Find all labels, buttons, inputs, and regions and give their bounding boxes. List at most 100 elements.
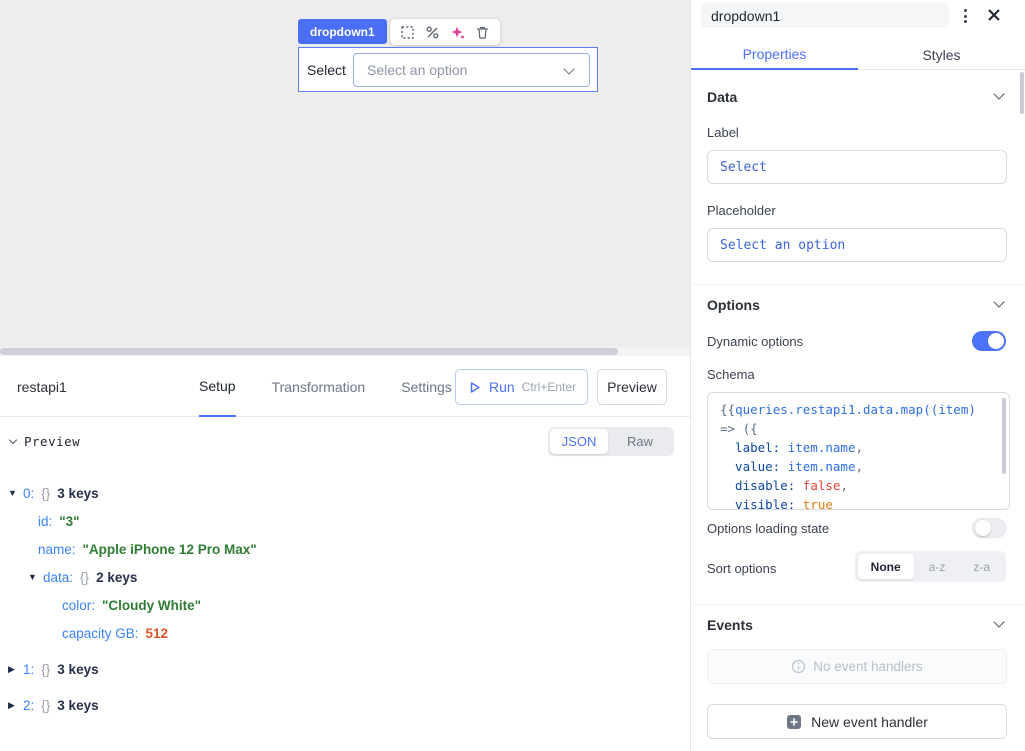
tree-row[interactable]: capacity GB: 512 <box>8 619 690 647</box>
run-button-label: Run <box>489 379 515 395</box>
options-loading-toggle[interactable] <box>972 518 1006 538</box>
vertical-scrollbar-thumb[interactable] <box>1020 72 1024 114</box>
tree-row[interactable]: name: "Apple iPhone 12 Pro Max" <box>8 535 690 563</box>
query-tabs: Setup Transformation Settings <box>199 356 452 417</box>
chevron-down-icon[interactable] <box>993 616 1004 627</box>
tree-key: color: <box>62 598 95 613</box>
canvas[interactable]: dropdown1 Select Select an option <box>0 0 690 347</box>
code-line: {{queries.restapi1.data.map((item) <box>720 400 997 419</box>
sort-options-label: Sort options <box>707 561 776 576</box>
tree-row[interactable]: color: "Cloudy White" <box>8 591 690 619</box>
app-window: dropdown1 Select Select an option <box>0 0 1025 751</box>
tree-meta: 2 keys <box>96 570 137 585</box>
section-options-title: Options <box>707 297 760 313</box>
sort-options-segmented-control: None a-z z-a <box>855 551 1006 582</box>
code-line: disable: false, <box>720 476 997 495</box>
query-name[interactable]: restapi1 <box>17 379 67 395</box>
tab-styles[interactable]: Styles <box>858 40 1025 70</box>
section-events-title: Events <box>707 617 753 633</box>
tree-key: 1: <box>23 662 34 677</box>
tab-transformation[interactable]: Transformation <box>272 356 366 417</box>
expander-icon[interactable]: ▼ <box>28 572 43 582</box>
tree-row[interactable]: ▶ 2: {} 3 keys <box>8 691 690 719</box>
schema-label: Schema <box>707 367 755 382</box>
dropdown-widget-placeholder: Select an option <box>354 62 467 78</box>
schema-code-editor[interactable]: {{queries.restapi1.data.map((item) => ({… <box>707 392 1010 510</box>
inspector-tabs: Properties Styles <box>691 40 1025 70</box>
query-panel-header: restapi1 Setup Transformation Settings R… <box>0 356 690 417</box>
placeholder-field-label: Placeholder <box>707 203 776 218</box>
dropdown-widget-label: Select <box>299 62 353 78</box>
close-icon[interactable] <box>981 2 1007 28</box>
no-event-handlers-text: No event handlers <box>813 659 923 674</box>
query-panel: restapi1 Setup Transformation Settings R… <box>0 356 690 751</box>
section-divider <box>691 604 1025 605</box>
preview-button[interactable]: Preview <box>597 369 667 405</box>
widget-toolbar <box>390 19 500 45</box>
tree-row[interactable]: ▼ data: {} 2 keys <box>8 563 690 591</box>
dynamic-options-label: Dynamic options <box>707 334 803 349</box>
tree-row[interactable]: ▶ 1: {} 3 keys <box>8 655 690 683</box>
section-data-title: Data <box>707 89 737 105</box>
tree-key: name: <box>38 542 76 557</box>
sort-za-button[interactable]: z-a <box>960 554 1003 579</box>
code-line: label: item.name, <box>720 438 997 457</box>
dynamic-options-toggle[interactable] <box>972 331 1006 351</box>
run-button[interactable]: Run Ctrl+Enter <box>455 369 588 405</box>
widget-name-input[interactable]: dropdown1 <box>701 3 949 28</box>
tree-meta: 3 keys <box>57 662 98 677</box>
toggle-json[interactable]: JSON <box>550 429 608 454</box>
tree-value: "3" <box>59 514 79 529</box>
json-tree: ▼ 0: {} 3 keys id: "3" name: "Apple iPho… <box>0 465 690 719</box>
widget-name-badge[interactable]: dropdown1 <box>298 19 387 44</box>
tree-meta: 3 keys <box>57 486 98 501</box>
horizontal-scrollbar-thumb[interactable] <box>0 348 618 355</box>
run-shortcut: Ctrl+Enter <box>522 380 576 394</box>
widget-inspector: dropdown1 Properties Styles Data Label S… <box>690 0 1025 751</box>
delete-icon[interactable] <box>475 25 490 40</box>
preview-bar: Preview JSON Raw <box>0 417 690 465</box>
expander-icon[interactable]: ▶ <box>8 700 23 711</box>
configure-icon[interactable] <box>425 25 440 40</box>
dropdown-widget-select[interactable]: Select an option <box>353 53 590 87</box>
tree-brace: {} <box>41 662 50 677</box>
chevron-down-icon <box>9 436 17 444</box>
tree-row[interactable]: ▼ 0: {} 3 keys <box>8 479 690 507</box>
select-region-icon[interactable] <box>400 25 415 40</box>
code-line: visible: true <box>720 495 997 510</box>
play-icon <box>467 380 482 395</box>
tree-brace: {} <box>41 698 50 713</box>
expander-icon[interactable]: ▶ <box>8 664 23 675</box>
sort-az-button[interactable]: a-z <box>916 554 959 579</box>
preview-format-toggle: JSON Raw <box>548 427 674 456</box>
tree-row[interactable]: id: "3" <box>8 507 690 535</box>
tree-value: "Apple iPhone 12 Pro Max" <box>83 542 257 557</box>
new-event-handler-button[interactable]: New event handler <box>707 704 1007 739</box>
options-loading-label: Options loading state <box>707 521 829 536</box>
tree-value: 512 <box>146 626 169 641</box>
sort-none-button[interactable]: None <box>858 554 914 579</box>
tree-key: 0: <box>23 486 34 501</box>
chevron-down-icon[interactable] <box>993 88 1004 99</box>
tab-properties[interactable]: Properties <box>691 40 858 70</box>
toggle-raw[interactable]: Raw <box>608 429 672 454</box>
code-scrollbar-thumb[interactable] <box>1002 398 1006 474</box>
horizontal-scrollbar[interactable] <box>0 347 690 356</box>
preview-title-text: Preview <box>24 434 80 449</box>
tab-settings[interactable]: Settings <box>401 356 452 417</box>
kebab-menu-icon[interactable] <box>955 5 975 27</box>
code-line: => ({ <box>720 419 997 438</box>
dropdown-widget[interactable]: Select Select an option <box>298 47 598 92</box>
label-value-input[interactable]: Select <box>707 150 1007 184</box>
tree-brace: {} <box>41 486 50 501</box>
expander-icon[interactable]: ▼ <box>8 488 23 498</box>
label-field-label: Label <box>707 125 739 140</box>
code-line: value: item.name, <box>720 457 997 476</box>
placeholder-value-input[interactable]: Select an option <box>707 228 1007 262</box>
preview-section-title[interactable]: Preview <box>10 434 80 449</box>
sparkle-icon[interactable] <box>450 25 465 40</box>
tab-setup[interactable]: Setup <box>199 356 236 417</box>
plus-square-icon <box>786 714 802 730</box>
tree-meta: 3 keys <box>57 698 98 713</box>
chevron-down-icon[interactable] <box>993 296 1004 307</box>
